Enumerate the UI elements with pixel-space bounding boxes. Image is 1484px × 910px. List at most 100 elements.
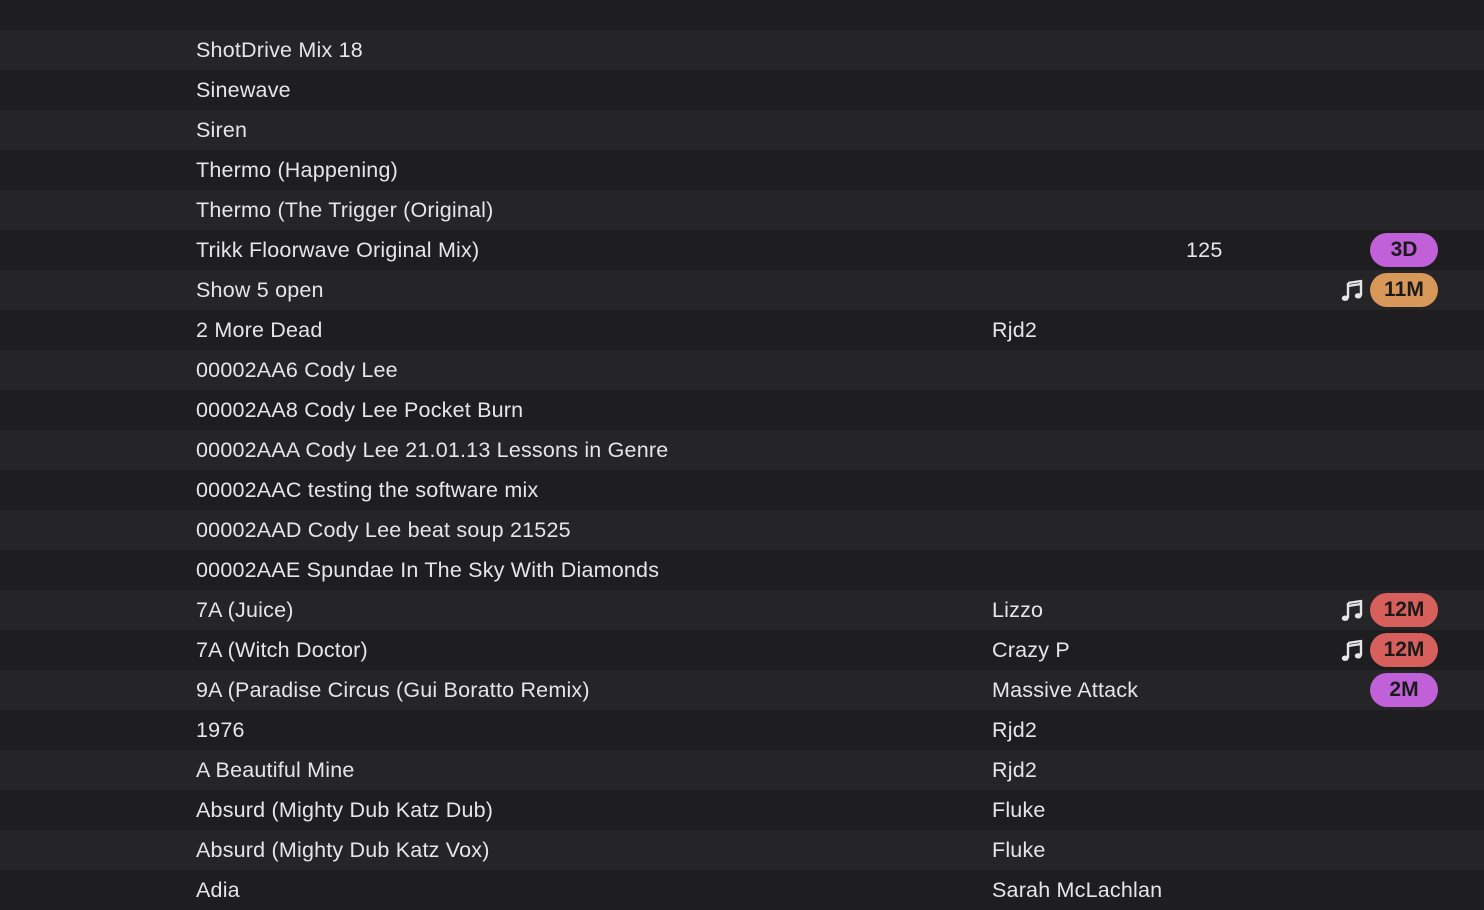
track-row[interactable]: Absurd (Mighty Dub Katz Dub) Fluke (0, 790, 1484, 830)
track-artist (992, 470, 1162, 510)
track-bpm (1186, 30, 1246, 70)
track-row[interactable]: 1976 Rjd2 (0, 710, 1484, 750)
track-artist: Fluke (992, 798, 1046, 822)
track-bpm (1186, 470, 1246, 510)
track-artist (992, 270, 1162, 310)
track-artist (992, 390, 1162, 430)
track-title: Adia (196, 878, 240, 902)
track-row[interactable]: 9A (Paradise Circus (Gui Boratto Remix) … (0, 670, 1484, 710)
track-artist (992, 150, 1162, 190)
key-badge: 11M (1370, 273, 1438, 307)
track-title: 00002AAA Cody Lee 21.01.13 Lessons in Ge… (196, 438, 669, 462)
track-title: Thermo (The Trigger (Original) (196, 198, 494, 222)
track-title: 00002AAD Cody Lee beat soup 21525 (196, 518, 571, 542)
track-bpm (1186, 350, 1246, 390)
track-bpm (1186, 390, 1246, 430)
track-bpm (1186, 590, 1246, 630)
track-row[interactable]: 2 More Dead Rjd2 (0, 310, 1484, 350)
key-badge: 12M (1370, 593, 1438, 627)
track-row[interactable]: A Beautiful Mine Rjd2 (0, 750, 1484, 790)
track-row[interactable]: Sinewave (0, 70, 1484, 110)
track-title: 7A (Witch Doctor) (196, 638, 368, 662)
track-bpm (1186, 510, 1246, 550)
track-bpm (1186, 550, 1246, 590)
track-row[interactable]: Siren (0, 110, 1484, 150)
track-title: Siren (196, 118, 248, 142)
track-row[interactable]: Thermo (Happening) (0, 150, 1484, 190)
track-title: A Beautiful Mine (196, 758, 355, 782)
track-row[interactable] (0, 0, 1484, 30)
track-bpm (1186, 630, 1246, 670)
track-title: Absurd (Mighty Dub Katz Vox) (196, 838, 490, 862)
track-artist: Rjd2 (992, 718, 1038, 742)
track-row[interactable]: 00002AAD Cody Lee beat soup 21525 (0, 510, 1484, 550)
music-note-icon (1340, 639, 1364, 663)
track-row[interactable]: 00002AA6 Cody Lee (0, 350, 1484, 390)
track-bpm (1186, 190, 1246, 230)
key-badge: 3D (1370, 233, 1438, 267)
track-title: 00002AAC testing the software mix (196, 478, 539, 502)
track-artist (992, 550, 1162, 590)
track-bpm (1186, 670, 1246, 710)
track-bpm (1186, 270, 1246, 310)
track-bpm (1186, 70, 1246, 110)
track-artist (992, 230, 1162, 270)
track-title: Sinewave (196, 78, 291, 102)
track-row[interactable]: 7A (Juice) Lizzo 12M (0, 590, 1484, 630)
track-title: 1976 (196, 718, 245, 742)
track-bpm (1186, 150, 1246, 190)
track-artist (992, 190, 1162, 230)
track-row[interactable]: 7A (Witch Doctor) Crazy P 12M (0, 630, 1484, 670)
track-artist: Rjd2 (992, 318, 1038, 342)
track-artist (992, 0, 1162, 30)
track-bpm (1186, 110, 1246, 150)
track-artist: Fluke (992, 838, 1046, 862)
track-artist: Lizzo (992, 598, 1044, 622)
track-bpm (1186, 790, 1246, 830)
track-title: ShotDrive Mix 18 (196, 38, 363, 62)
track-list: ShotDrive Mix 18 Sinewave Siren Thermo (… (0, 0, 1484, 910)
track-bpm (1186, 430, 1246, 470)
track-row[interactable]: ShotDrive Mix 18 (0, 30, 1484, 70)
track-artist (992, 430, 1162, 470)
track-title: 00002AAE Spundae In The Sky With Diamond… (196, 558, 660, 582)
track-title: 00002AA6 Cody Lee (196, 358, 398, 382)
track-row[interactable]: 00002AA8 Cody Lee Pocket Burn (0, 390, 1484, 430)
track-title: Show 5 open (196, 278, 324, 302)
key-badge: 12M (1370, 633, 1438, 667)
track-title (196, 0, 976, 30)
track-artist (992, 510, 1162, 550)
track-bpm: 125 (1186, 238, 1223, 262)
track-row[interactable]: Adia Sarah McLachlan (0, 870, 1484, 910)
track-artist (992, 70, 1162, 110)
track-title: 2 More Dead (196, 318, 323, 342)
track-title: Absurd (Mighty Dub Katz Dub) (196, 798, 494, 822)
track-title: Thermo (Happening) (196, 158, 398, 182)
track-row[interactable]: Absurd (Mighty Dub Katz Vox) Fluke (0, 830, 1484, 870)
track-row[interactable]: 00002AAA Cody Lee 21.01.13 Lessons in Ge… (0, 430, 1484, 470)
track-row[interactable]: Thermo (The Trigger (Original) (0, 190, 1484, 230)
track-artist: Crazy P (992, 638, 1070, 662)
track-bpm (1186, 830, 1246, 870)
music-note-icon (1340, 279, 1364, 303)
track-bpm (1186, 750, 1246, 790)
track-bpm (1186, 310, 1246, 350)
track-bpm (1186, 870, 1246, 910)
track-bpm (1186, 0, 1246, 30)
key-badge: 2M (1370, 673, 1438, 707)
track-row[interactable]: 00002AAE Spundae In The Sky With Diamond… (0, 550, 1484, 590)
track-title: 00002AA8 Cody Lee Pocket Burn (196, 398, 524, 422)
track-row[interactable]: 00002AAC testing the software mix (0, 470, 1484, 510)
track-title: Trikk Floorwave Original Mix) (196, 238, 480, 262)
track-row[interactable]: Trikk Floorwave Original Mix) 125 3D (0, 230, 1484, 270)
track-artist (992, 30, 1162, 70)
track-title: 7A (Juice) (196, 598, 294, 622)
track-artist (992, 110, 1162, 150)
track-title: 9A (Paradise Circus (Gui Boratto Remix) (196, 678, 590, 702)
track-artist (992, 350, 1162, 390)
music-note-icon (1340, 599, 1364, 623)
track-artist: Sarah McLachlan (992, 878, 1162, 902)
track-row[interactable]: Show 5 open 11M (0, 270, 1484, 310)
track-artist: Rjd2 (992, 758, 1038, 782)
track-bpm (1186, 710, 1246, 750)
